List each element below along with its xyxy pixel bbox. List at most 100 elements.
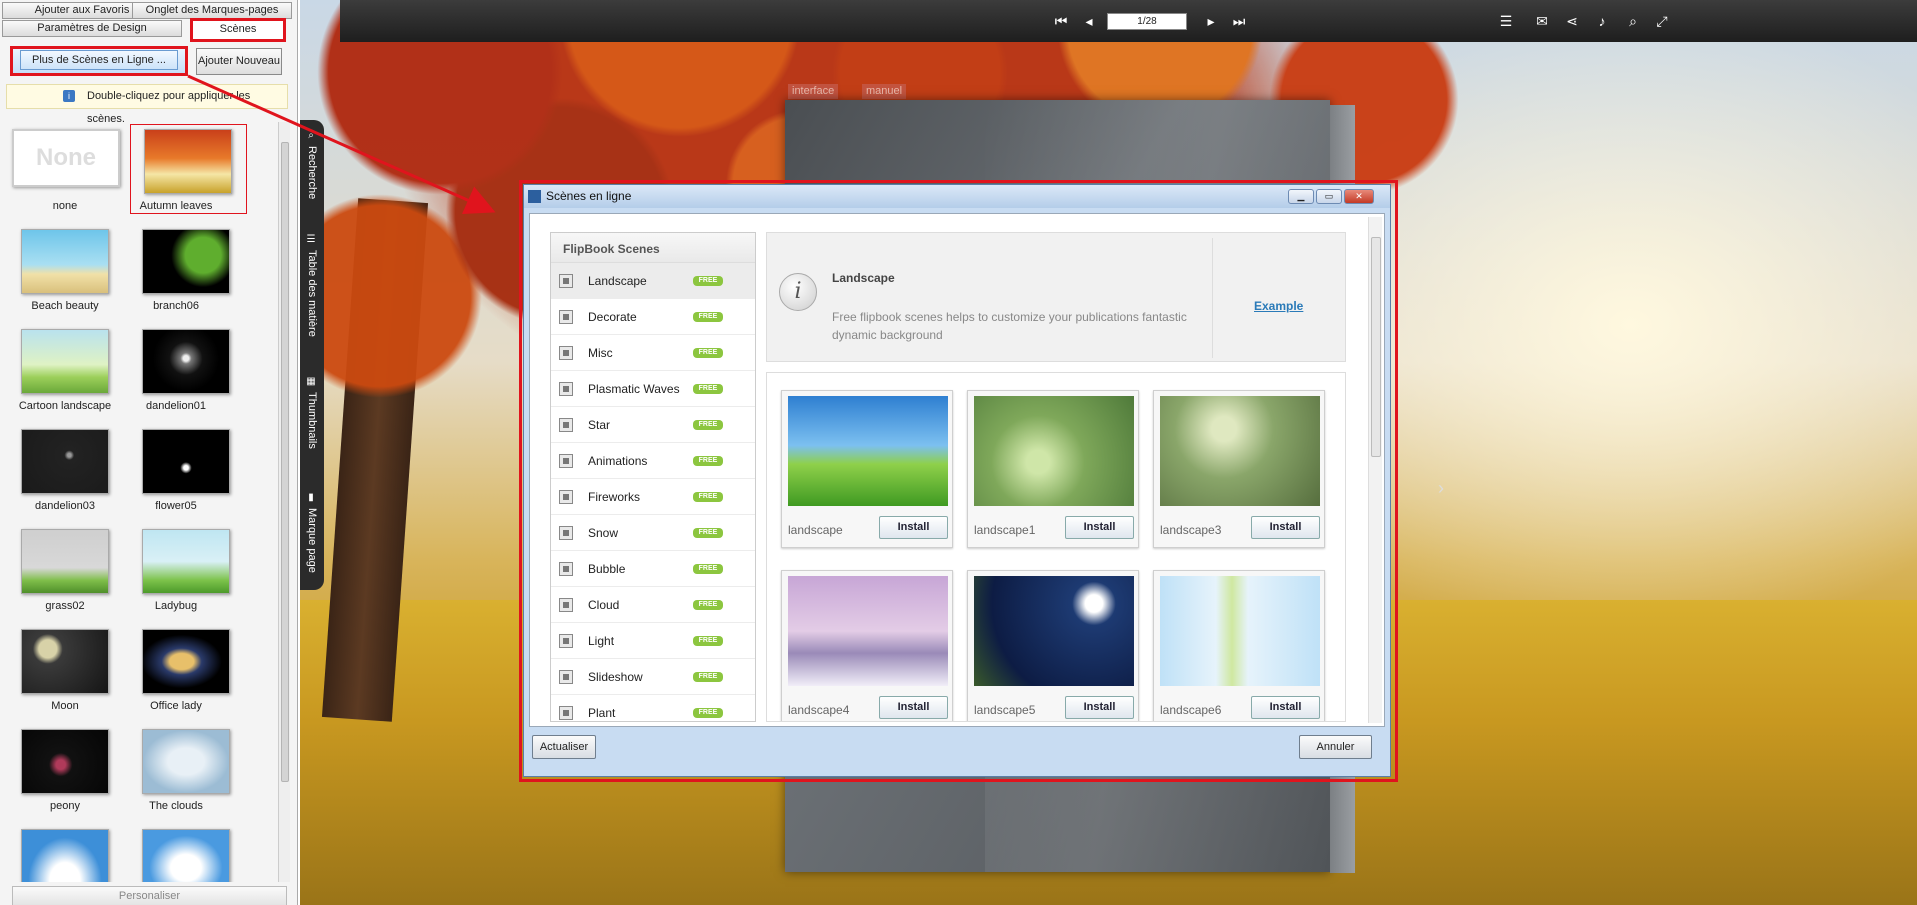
scene-name: landscape4 bbox=[788, 703, 850, 717]
menu-icon[interactable]: ☰ bbox=[1497, 12, 1515, 30]
checkbox[interactable] bbox=[559, 526, 573, 540]
checkbox[interactable] bbox=[559, 490, 573, 504]
checkbox[interactable] bbox=[559, 670, 573, 684]
checkbox[interactable] bbox=[559, 346, 573, 360]
list-icon[interactable]: ☰ bbox=[304, 234, 318, 246]
scene-item-sky-1[interactable] bbox=[0, 822, 110, 882]
refresh-button[interactable]: Actualiser bbox=[532, 735, 596, 759]
checkbox[interactable] bbox=[559, 310, 573, 324]
more-online-scenes-button[interactable]: Plus de Scènes en Ligne ... bbox=[10, 46, 188, 76]
sound-icon[interactable]: ♪ bbox=[1593, 12, 1611, 30]
category-cloud[interactable]: Cloud FREE bbox=[551, 587, 755, 623]
category-decorate[interactable]: Decorate FREE bbox=[551, 299, 755, 335]
category-slideshow[interactable]: Slideshow FREE bbox=[551, 659, 755, 695]
install-button[interactable]: Install bbox=[1251, 516, 1320, 539]
dialog-titlebar[interactable]: Scènes en ligne ▁ ▭ ✕ bbox=[524, 185, 1390, 208]
bookmark-icon[interactable]: ▮ bbox=[304, 492, 318, 504]
category-misc[interactable]: Misc FREE bbox=[551, 335, 755, 371]
book-tab-interface[interactable]: interface bbox=[788, 84, 839, 99]
category-snow[interactable]: Snow FREE bbox=[551, 515, 755, 551]
scene-preview[interactable] bbox=[788, 576, 948, 686]
scene-item-cartoon-landscape[interactable]: Cartoon landscape bbox=[0, 322, 111, 417]
scene-item-dandelion01[interactable]: dandelion01 bbox=[121, 322, 231, 417]
scene-thumb bbox=[21, 629, 109, 694]
tab-scenes[interactable]: Scènes bbox=[190, 18, 286, 42]
example-link[interactable]: Example bbox=[1254, 299, 1303, 313]
previous-page-icon[interactable]: ◂ bbox=[1080, 12, 1098, 30]
scene-preview[interactable] bbox=[974, 396, 1134, 506]
scrollbar-thumb[interactable] bbox=[281, 142, 289, 782]
selected-scene-highlight bbox=[130, 124, 247, 214]
maximize-icon[interactable]: ▭ bbox=[1316, 189, 1342, 204]
fullscreen-icon[interactable]: ⤢ bbox=[1653, 12, 1671, 30]
install-button[interactable]: Install bbox=[1065, 516, 1134, 539]
checkbox[interactable] bbox=[559, 274, 573, 288]
scene-thumb bbox=[142, 229, 230, 294]
checkbox[interactable] bbox=[559, 562, 573, 576]
category-plasmatic-waves[interactable]: Plasmatic Waves FREE bbox=[551, 371, 755, 407]
minimize-icon[interactable]: ▁ bbox=[1288, 189, 1314, 204]
scene-item-beach-beauty[interactable]: Beach beauty bbox=[0, 222, 110, 317]
scene-item-branch06[interactable]: branch06 bbox=[121, 222, 231, 317]
next-page-arrow-icon[interactable]: › bbox=[1438, 478, 1444, 499]
checkbox[interactable] bbox=[559, 382, 573, 396]
checkbox[interactable] bbox=[559, 706, 573, 720]
last-page-icon[interactable]: ⏭ bbox=[1230, 12, 1248, 30]
scene-item-dandelion03[interactable]: dandelion03 bbox=[0, 422, 110, 517]
search-icon[interactable]: ⌕ bbox=[304, 130, 318, 142]
side-tab-toc[interactable]: Table des matière bbox=[301, 250, 323, 360]
scene-item-ladybug[interactable]: Ladybug bbox=[121, 522, 231, 617]
free-badge: FREE bbox=[693, 708, 723, 718]
install-button[interactable]: Install bbox=[1065, 696, 1134, 719]
share-icon[interactable]: ⋖ bbox=[1563, 12, 1581, 30]
scene-thumb bbox=[142, 829, 230, 882]
install-button[interactable]: Install bbox=[1251, 696, 1320, 719]
scene-item-office-lady[interactable]: Office lady bbox=[121, 622, 231, 717]
category-star[interactable]: Star FREE bbox=[551, 407, 755, 443]
side-tab-bookmark[interactable]: Marque page bbox=[301, 508, 323, 588]
category-plant[interactable]: Plant FREE bbox=[551, 695, 755, 721]
close-icon[interactable]: ✕ bbox=[1344, 189, 1374, 204]
mail-icon[interactable]: ✉ bbox=[1533, 12, 1551, 30]
category-animations[interactable]: Animations FREE bbox=[551, 443, 755, 479]
checkbox[interactable] bbox=[559, 598, 573, 612]
category-landscape[interactable]: Landscape FREE bbox=[551, 263, 755, 299]
side-tab-search[interactable]: Recherche bbox=[301, 146, 323, 226]
scene-item-none[interactable]: None none bbox=[0, 122, 120, 217]
scrollbar-thumb[interactable] bbox=[1371, 237, 1381, 457]
zoom-icon[interactable]: ⌕ bbox=[1624, 12, 1642, 30]
scene-preview[interactable] bbox=[788, 396, 948, 506]
checkbox[interactable] bbox=[559, 634, 573, 648]
checkbox[interactable] bbox=[559, 454, 573, 468]
free-badge: FREE bbox=[693, 600, 723, 610]
scene-item-grass02[interactable]: grass02 bbox=[0, 522, 110, 617]
side-tab-thumbnails[interactable]: Thumbnails bbox=[301, 392, 323, 472]
customize-button[interactable]: Personaliser bbox=[12, 886, 287, 905]
scene-preview[interactable] bbox=[1160, 576, 1320, 686]
next-page-icon[interactable]: ▸ bbox=[1202, 12, 1220, 30]
book-tab-manual[interactable]: manuel bbox=[862, 84, 907, 99]
install-button[interactable]: Install bbox=[879, 696, 948, 719]
category-bubble[interactable]: Bubble FREE bbox=[551, 551, 755, 587]
info-icon: i bbox=[63, 90, 75, 102]
tab-design-settings[interactable]: Paramètres de Design bbox=[2, 20, 182, 37]
grid-icon[interactable]: ▦ bbox=[304, 376, 318, 388]
scenes-scrollbar[interactable] bbox=[278, 122, 290, 882]
category-fireworks[interactable]: Fireworks FREE bbox=[551, 479, 755, 515]
scene-preview[interactable] bbox=[1160, 396, 1320, 506]
cancel-button[interactable]: Annuler bbox=[1299, 735, 1372, 759]
install-button[interactable]: Install bbox=[879, 516, 948, 539]
scene-preview[interactable] bbox=[974, 576, 1134, 686]
category-light[interactable]: Light FREE bbox=[551, 623, 755, 659]
scene-item-sky-2[interactable] bbox=[121, 822, 231, 882]
scene-item-moon[interactable]: Moon bbox=[0, 622, 110, 717]
scene-item-peony[interactable]: peony bbox=[0, 722, 110, 817]
add-new-button[interactable]: Ajouter Nouveau bbox=[196, 48, 282, 75]
dialog-scrollbar[interactable] bbox=[1368, 217, 1382, 723]
checkbox[interactable] bbox=[559, 418, 573, 432]
tab-bookmarks[interactable]: Onglet des Marques-pages bbox=[132, 2, 292, 19]
first-page-icon[interactable]: ⏮ bbox=[1052, 12, 1070, 30]
scene-item-the-clouds[interactable]: The clouds bbox=[121, 722, 231, 817]
scene-item-flower05[interactable]: flower05 bbox=[121, 422, 231, 517]
page-number-input[interactable]: 1/28 bbox=[1107, 13, 1187, 30]
